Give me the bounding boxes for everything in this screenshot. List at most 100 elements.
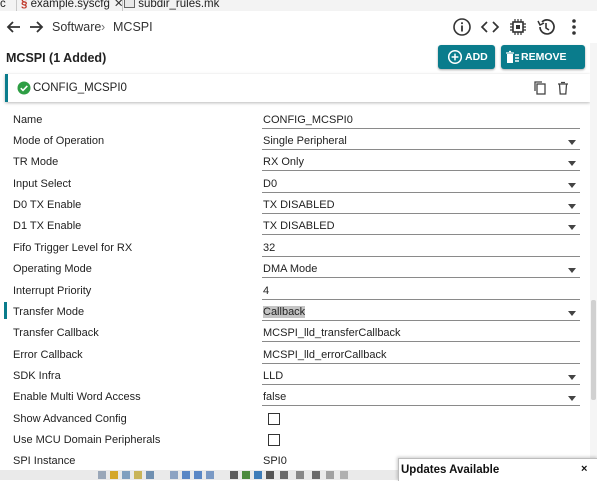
field-underline (262, 128, 580, 129)
field-underline (262, 256, 580, 257)
toolbar-icon[interactable] (170, 471, 178, 479)
back-arrow-icon[interactable] (4, 17, 24, 37)
remove-all-icon (506, 50, 519, 63)
field-label: SPI Instance (13, 455, 76, 467)
field-label: Error Callback (13, 349, 83, 361)
config-instance-card[interactable]: CONFIG_MCSPI0 (5, 74, 590, 102)
config-instance-name: CONFIG_MCSPI0 (33, 82, 127, 94)
tab-c[interactable]: c (0, 0, 6, 11)
tab-subdir-rules[interactable]: subdir_rules.mk (124, 0, 219, 11)
field-label: Operating Mode (13, 263, 92, 275)
navigation-bar: Software › MCSPI (0, 11, 597, 43)
operating-mode-select[interactable]: DMA Mode (263, 263, 317, 275)
field-label: Transfer Mode (13, 306, 85, 318)
dropdown-arrow-icon[interactable] (568, 396, 576, 401)
dropdown-arrow-icon[interactable] (568, 225, 576, 230)
field-label: D0 TX Enable (13, 199, 82, 211)
input-select-select[interactable]: D0 (263, 178, 277, 190)
toolbar-icon[interactable] (312, 471, 320, 479)
multi-word-access-select[interactable]: false (263, 391, 286, 403)
focus-indicator (4, 302, 7, 319)
interrupt-priority-input[interactable]: 4 (263, 285, 269, 297)
dropdown-arrow-icon[interactable] (568, 204, 576, 209)
trash-icon[interactable] (555, 80, 571, 96)
field-underline (262, 341, 580, 342)
scrollbar-thumb[interactable] (591, 300, 596, 400)
copy-icon[interactable] (532, 80, 548, 96)
mode-of-operation-select[interactable]: Single Peripheral (263, 135, 347, 147)
field-row-multi-word-access: Enable Multi Word Access false (0, 387, 597, 408)
toolbar-icon[interactable] (230, 471, 238, 479)
tab-label: example.syscfg (30, 0, 110, 10)
toolbar-icon[interactable] (134, 471, 142, 479)
add-button[interactable]: ADD (438, 45, 495, 69)
field-label: Name (13, 114, 43, 126)
code-icon[interactable] (479, 16, 501, 38)
field-underline (262, 213, 580, 214)
more-vert-icon[interactable] (563, 16, 585, 38)
chip-icon[interactable] (507, 16, 529, 38)
field-underline (262, 384, 580, 385)
field-row-tr-mode: TR Mode RX Only (0, 152, 597, 173)
toolbar-icon[interactable] (110, 471, 118, 479)
toolbar-icon[interactable] (340, 471, 348, 479)
forward-arrow-icon[interactable] (26, 17, 46, 37)
info-icon[interactable] (451, 16, 473, 38)
module-title: MCSPI (1 Added) (6, 51, 107, 65)
transfer-callback-input[interactable]: MCSPI_lld_transferCallback (263, 327, 401, 339)
toolbar-icon[interactable] (146, 471, 154, 479)
field-row-transfer-callback: Transfer Callback MCSPI_lld_transferCall… (0, 323, 597, 344)
makefile-icon (124, 0, 135, 8)
dropdown-arrow-icon[interactable] (568, 140, 576, 145)
add-circle-icon (447, 49, 463, 65)
show-advanced-config-checkbox[interactable] (268, 413, 280, 425)
field-row-d0-tx-enable: D0 TX Enable TX DISABLED (0, 195, 597, 216)
sdk-infra-select[interactable]: LLD (263, 370, 283, 382)
field-row-d1-tx-enable: D1 TX Enable TX DISABLED (0, 216, 597, 237)
fifo-trigger-level-input[interactable]: 32 (263, 242, 275, 254)
breadcrumb-current: MCSPI (113, 20, 153, 34)
field-row-error-callback: Error Callback MCSPI_lld_errorCallback (0, 345, 597, 366)
toolbar-icon[interactable] (98, 471, 106, 479)
toolbar-icon[interactable] (254, 471, 262, 479)
dropdown-arrow-icon[interactable] (568, 375, 576, 380)
field-label: Fifo Trigger Level for RX (13, 242, 133, 254)
tab-label: c (0, 0, 6, 10)
breadcrumb-software[interactable]: Software (52, 20, 101, 34)
toolbar-icon[interactable] (242, 471, 250, 479)
toolbar-icon[interactable] (296, 471, 304, 479)
dropdown-arrow-icon[interactable] (568, 161, 576, 166)
mcu-domain-peripherals-checkbox[interactable] (268, 434, 280, 446)
field-label: Show Advanced Config (13, 413, 127, 425)
tab-example-syscfg[interactable]: § example.syscfg ✕ (21, 0, 124, 11)
field-underline (262, 363, 580, 364)
spi-instance-value[interactable]: SPI0 (263, 455, 287, 467)
toolbar-icon[interactable] (280, 471, 288, 479)
toolbar-icon[interactable] (194, 471, 202, 479)
dropdown-arrow-icon[interactable] (568, 311, 576, 316)
module-header: MCSPI (1 Added) ADD REMOVE ALL (0, 43, 597, 87)
field-row-sdk-infra: SDK Infra LLD (0, 366, 597, 387)
remove-all-button[interactable]: REMOVE ALL (501, 45, 585, 87)
toolbar-icon[interactable] (122, 471, 130, 479)
dropdown-arrow-icon[interactable] (568, 183, 576, 188)
field-row-transfer-mode: Transfer Mode Callback (0, 302, 597, 323)
toolbar-icon[interactable] (266, 471, 274, 479)
field-row-fifo-trigger-level: Fifo Trigger Level for RX 32 (0, 238, 597, 259)
error-callback-input[interactable]: MCSPI_lld_errorCallback (263, 349, 387, 361)
history-icon[interactable] (535, 16, 557, 38)
field-label: D1 TX Enable (13, 220, 82, 232)
field-row-input-select: Input Select D0 (0, 174, 597, 195)
transfer-mode-select[interactable]: Callback (263, 306, 306, 318)
toolbar-icon[interactable] (326, 471, 334, 479)
toolbar-icon[interactable] (206, 471, 214, 479)
name-input[interactable]: CONFIG_MCSPI0 (263, 114, 353, 126)
close-icon[interactable]: × (581, 463, 587, 475)
dropdown-arrow-icon[interactable] (568, 268, 576, 273)
tr-mode-select[interactable]: RX Only (263, 156, 304, 168)
d1-tx-enable-select[interactable]: TX DISABLED (263, 220, 335, 232)
vertical-scrollbar[interactable] (590, 43, 597, 480)
d0-tx-enable-select[interactable]: TX DISABLED (263, 199, 335, 211)
toolbar-icon[interactable] (182, 471, 190, 479)
editor-tab-bar: c § example.syscfg ✕ subdir_rules.mk (0, 0, 597, 11)
